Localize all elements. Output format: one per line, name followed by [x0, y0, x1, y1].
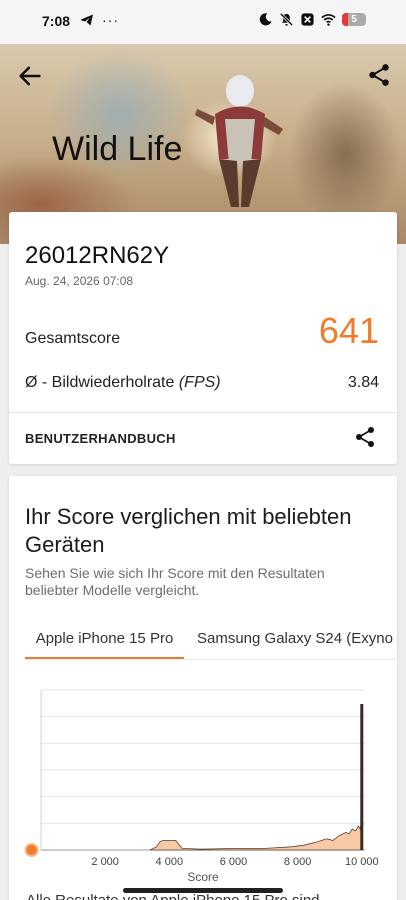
your-score-marker — [24, 843, 39, 857]
telegram-icon — [81, 14, 93, 26]
home-indicator[interactable] — [123, 888, 283, 893]
share-button-header[interactable] — [366, 62, 392, 88]
comparison-title: Ihr Score verglichen mit beliebten Gerät… — [25, 504, 352, 557]
tabs-divider — [25, 659, 397, 660]
x-tick-label: 8 000 — [284, 856, 312, 868]
share-button-result[interactable] — [353, 425, 377, 449]
fps-label-unit: (FPS) — [178, 374, 221, 391]
tab-apple-iphone-15-pro[interactable]: Apple iPhone 15 Pro — [25, 622, 184, 660]
page-title: Wild Life — [52, 130, 183, 168]
more-notifications-icon: ··· — [102, 12, 119, 28]
back-button[interactable] — [16, 62, 44, 90]
arrow-left-icon — [19, 66, 41, 86]
status-time: 7:08 — [42, 13, 71, 29]
moon-icon — [259, 13, 272, 26]
battery-level: 5 — [351, 14, 357, 25]
result-timestamp: Aug. 24, 2026 07:08 — [25, 274, 134, 288]
overall-score-value: 641 — [318, 310, 379, 351]
status-bar: 7:08 ··· 5 — [0, 0, 406, 44]
x-tick-label: 2 000 — [91, 856, 119, 868]
comparison-description: Sehen Sie wie sich Ihr Score mit den Res… — [25, 565, 325, 598]
distribution-area — [149, 817, 363, 851]
comparison-card: Ihr Score verglichen mit beliebten Gerät… — [9, 476, 397, 900]
tab-samsung-galaxy-s24[interactable]: Samsung Galaxy S24 (Exyno — [197, 622, 393, 660]
fps-label-text: Ø - Bildwiederholrate — [25, 374, 179, 391]
device-name: 26012RN62Y — [25, 242, 170, 269]
share-icon — [356, 427, 374, 447]
x-tick-label: 4 000 — [156, 856, 184, 868]
share-icon — [369, 64, 389, 86]
user-manual-link[interactable]: BENUTZERHANDBUCH — [25, 431, 176, 446]
score-distribution-chart: 2 000 4 000 6 000 8 000 10 000 Score — [24, 689, 379, 884]
result-card: 26012RN62Y Aug. 24, 2026 07:08 Gesamtsco… — [9, 212, 397, 464]
x-tick-label: 6 000 — [220, 856, 248, 868]
all-results-text: Alle Resultate von Apple iPhone 15 Pro s… — [26, 892, 320, 900]
x-axis-label: Score — [187, 870, 219, 884]
device-tabs: Apple iPhone 15 Pro Samsung Galaxy S24 (… — [25, 622, 397, 660]
fps-label: Ø - Bildwiederholrate (FPS) — [25, 374, 221, 392]
hero-character-illustration — [195, 75, 283, 207]
battery-indicator: 5 — [342, 13, 366, 26]
close-box-icon — [301, 13, 314, 26]
overall-score-label: Gesamtscore — [25, 330, 121, 347]
divider — [9, 412, 397, 413]
wifi-icon — [321, 14, 336, 26]
status-right-icons: 5 — [258, 12, 366, 27]
x-tick-label: 10 000 — [345, 856, 379, 868]
status-left-icons: ··· — [80, 12, 119, 28]
mute-icon — [279, 12, 294, 27]
screen: 7:08 ··· 5 Wild Life 26012RN62Y Aug. 24,… — [0, 0, 406, 900]
fps-value: 3.84 — [347, 374, 379, 391]
device-score-bar — [360, 704, 364, 850]
